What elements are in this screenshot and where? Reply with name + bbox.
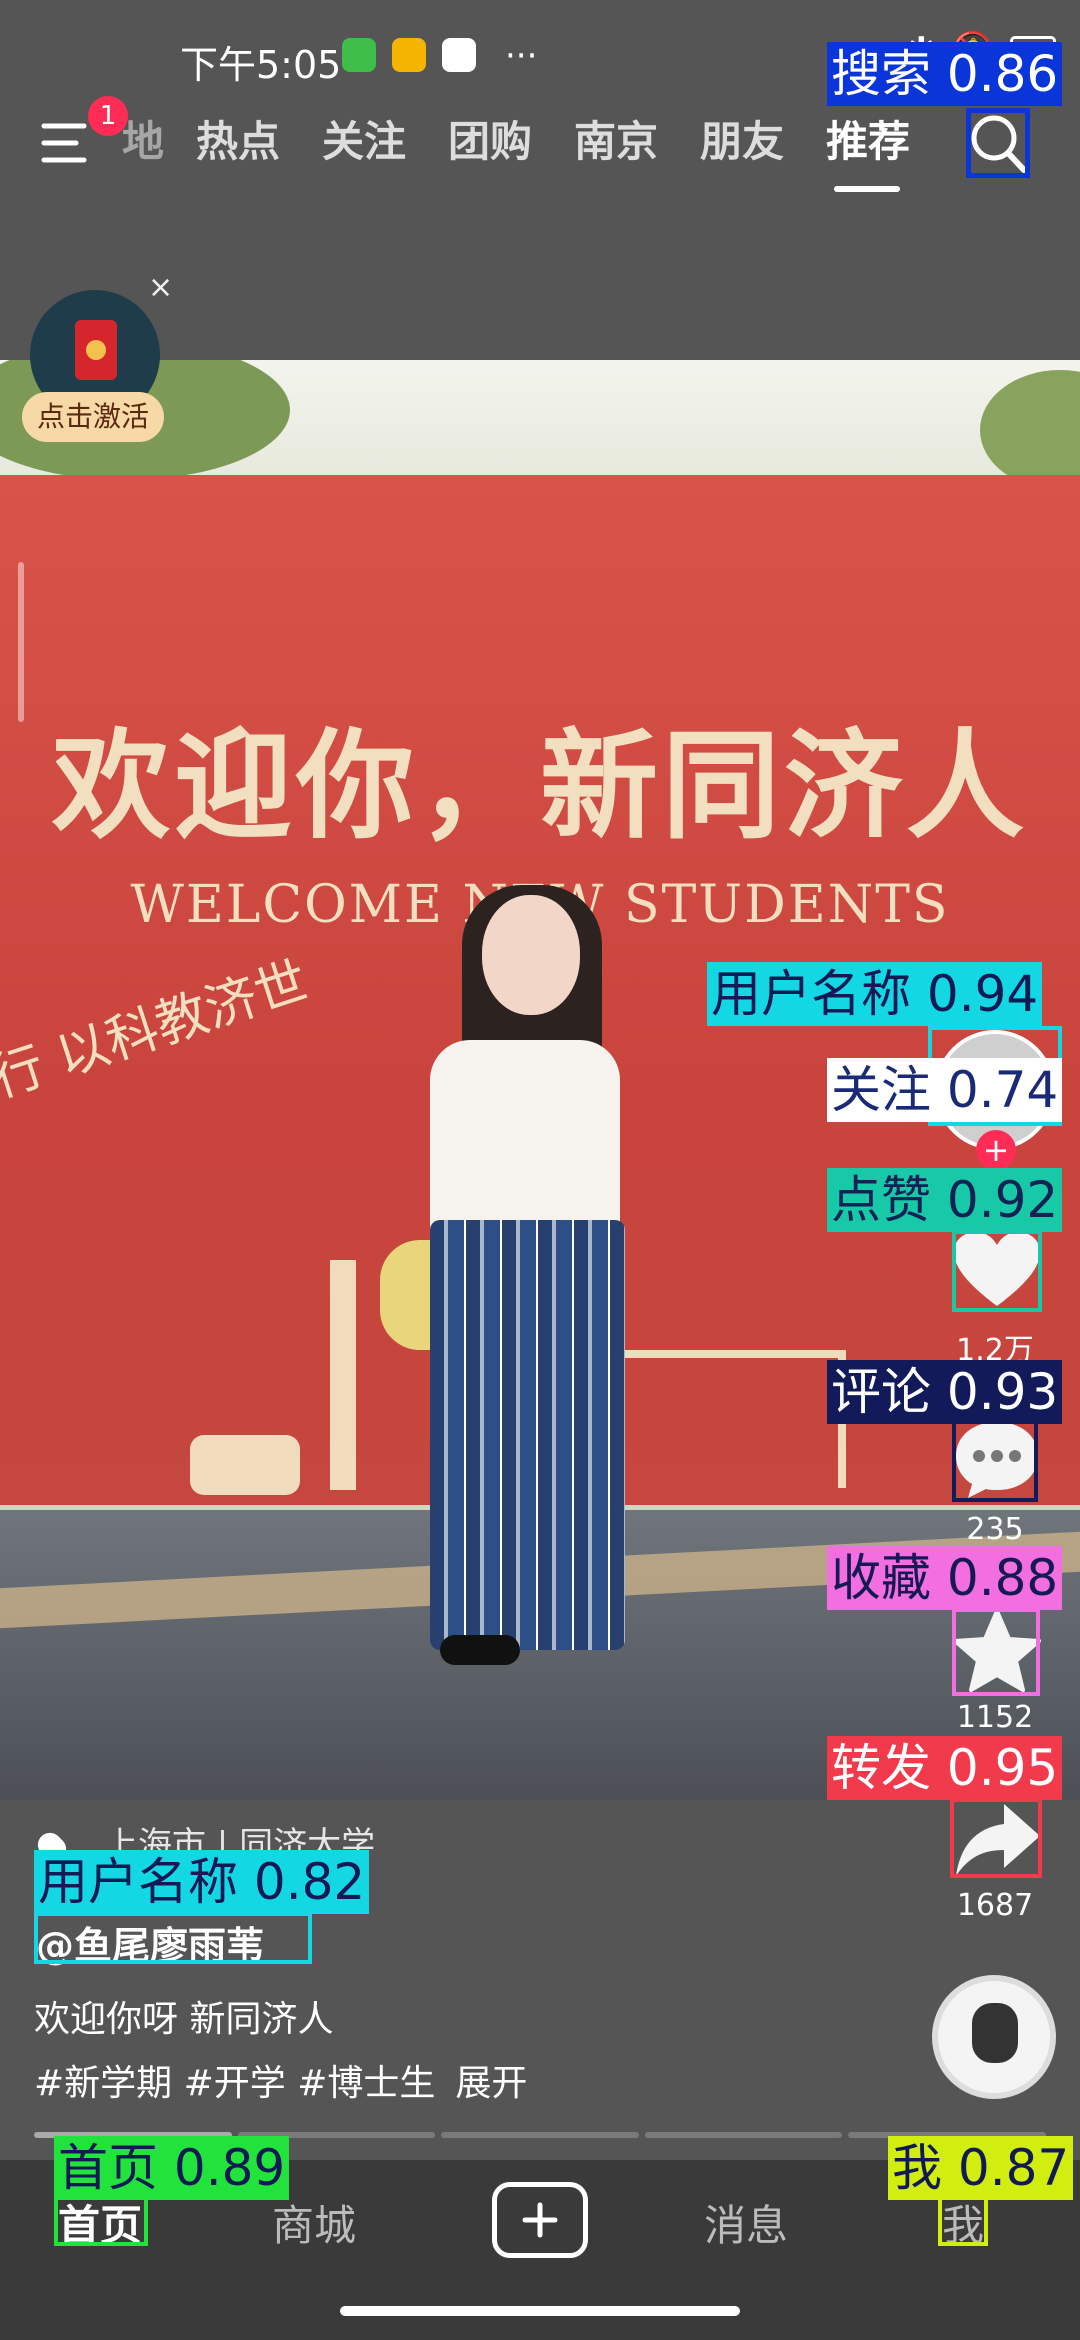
detection-box-search xyxy=(966,108,1030,178)
detection-box-home xyxy=(54,2192,148,2246)
home-indicator[interactable] xyxy=(340,2306,740,2316)
progress-segment xyxy=(644,2132,843,2138)
more-status-icon: ··· xyxy=(505,36,538,76)
detection-box-me xyxy=(938,2192,988,2246)
status-time: 下午5:05 xyxy=(180,43,342,87)
hashtags-text[interactable]: #新学期 #开学 #博士生 xyxy=(34,2063,435,2104)
banner-gate-graphic xyxy=(610,1350,846,1488)
detection-label-collect: 收藏 0.88 xyxy=(827,1546,1063,1610)
detection-box-username xyxy=(34,1912,312,1964)
detection-label-search: 搜索 0.86 xyxy=(827,42,1063,106)
tab-group-buy[interactable]: 团购 xyxy=(448,108,532,169)
detection-label-home: 首页 0.89 xyxy=(54,2136,290,2200)
banner-title-cn: 欢迎你，新同济人 xyxy=(51,716,1028,855)
collect-count: 1152 xyxy=(956,1700,1034,1735)
red-packet-label[interactable]: 点击激活 xyxy=(22,392,164,442)
active-tab-indicator xyxy=(834,186,900,192)
detection-box-share xyxy=(950,1798,1042,1878)
detection-label-comment: 评论 0.93 xyxy=(827,1360,1063,1424)
detection-box-comment xyxy=(952,1418,1038,1502)
58-app-icon xyxy=(392,38,426,72)
share-count: 1687 xyxy=(956,1888,1034,1923)
detection-label-author-name: 用户名称 0.94 xyxy=(707,962,1043,1026)
detection-box-collect xyxy=(952,1608,1040,1696)
person-shirt xyxy=(430,1040,620,1240)
nav-create-button[interactable] xyxy=(492,2182,588,2258)
nav-mall[interactable]: 商城 xyxy=(272,2192,356,2253)
post-caption: 欢迎你呀 新同济人 xyxy=(34,1999,334,2040)
detection-label-follow: 关注 0.74 xyxy=(827,1058,1063,1122)
person-face xyxy=(482,895,580,1015)
nav-messages[interactable]: 消息 xyxy=(704,2192,788,2253)
tab-nanjing[interactable]: 南京 xyxy=(574,108,658,169)
detection-label-like: 点赞 0.92 xyxy=(827,1168,1063,1232)
baidu-netdisk-icon xyxy=(442,38,476,72)
detection-label-me: 我 0.87 xyxy=(888,2136,1074,2200)
comment-count: 235 xyxy=(966,1512,1024,1547)
person-pants xyxy=(430,1220,625,1650)
top-tab-bar: 地 热点 关注 团购 南京 朋友 推荐 xyxy=(0,108,1080,184)
tab-friends[interactable]: 朋友 xyxy=(700,108,784,169)
scroll-indicator xyxy=(18,562,24,722)
person-shoes xyxy=(440,1635,520,1665)
tab-follow[interactable]: 关注 xyxy=(322,108,406,169)
red-packet-close-icon[interactable]: × xyxy=(148,270,173,305)
detection-label-username: 用户名称 0.82 xyxy=(34,1850,370,1914)
follow-plus-icon[interactable]: + xyxy=(976,1130,1016,1170)
detection-box-like xyxy=(952,1230,1042,1312)
expand-link[interactable]: 展开 xyxy=(455,2063,527,2104)
tab-partial[interactable]: 地 xyxy=(122,108,164,169)
tab-hot[interactable]: 热点 xyxy=(196,108,280,169)
banner-tower-graphic xyxy=(330,1260,356,1490)
detection-label-share: 转发 0.95 xyxy=(827,1736,1063,1800)
post-hashtags[interactable]: #新学期 #开学 #博士生 展开 xyxy=(34,2054,527,2106)
banner-stone-graphic xyxy=(190,1435,300,1495)
progress-segment xyxy=(441,2132,639,2138)
wechat-icon xyxy=(342,38,376,72)
music-disc[interactable] xyxy=(932,1975,1056,2099)
tab-recommend[interactable]: 推荐 xyxy=(826,108,910,169)
